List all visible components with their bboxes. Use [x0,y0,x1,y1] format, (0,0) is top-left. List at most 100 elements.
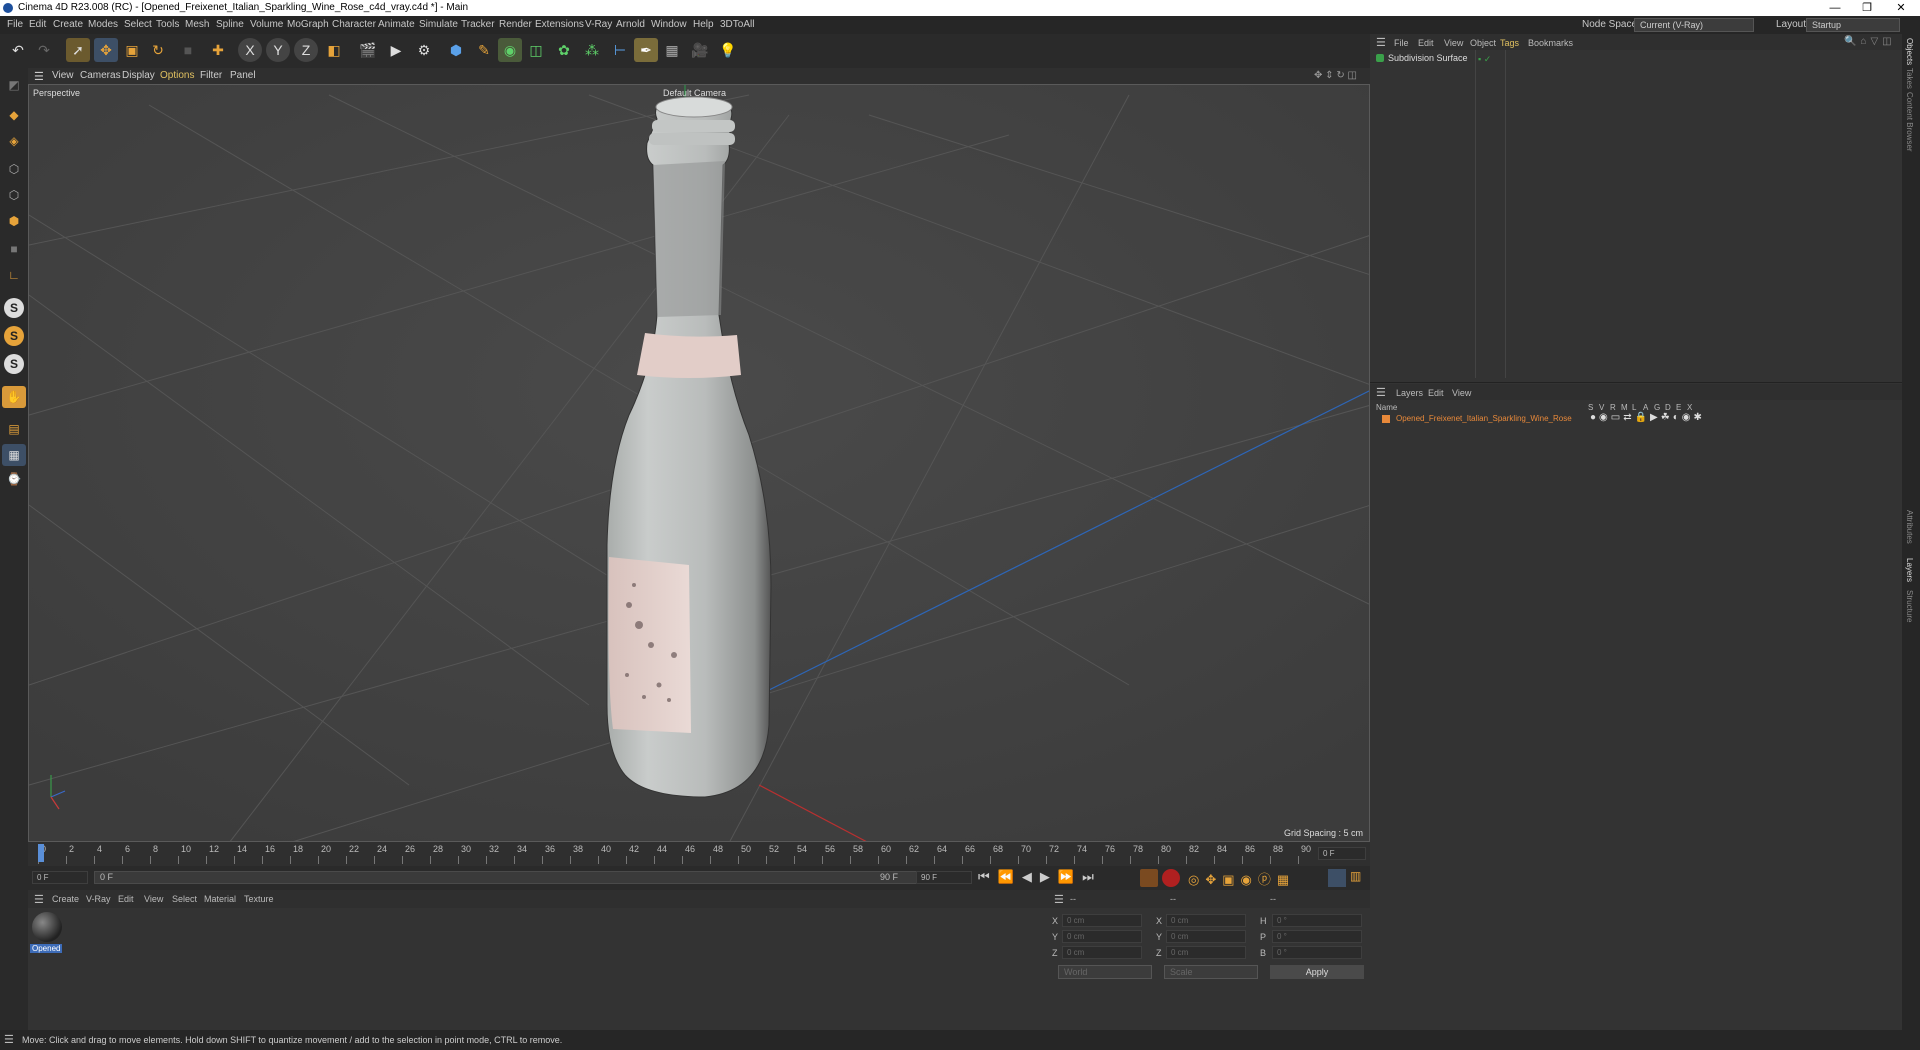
viewport-menu-options[interactable]: Options [160,70,194,81]
extrude-icon[interactable]: ◫ [524,38,548,62]
obj-menu-edit[interactable]: Edit [1418,38,1434,48]
menu-mograph[interactable]: MoGraph [287,19,329,30]
mat-menu-texture[interactable]: Texture [244,894,274,904]
coord-mode-dropdown[interactable]: World [1058,965,1152,979]
rot-h-field[interactable]: 0 ° [1272,914,1362,927]
lock-workplane-icon[interactable]: ▦ [2,444,26,466]
menu-extensions[interactable]: Extensions [535,19,584,30]
mat-menu-create[interactable]: Create [52,894,79,904]
material-hamburger-icon[interactable]: ☰ [34,893,44,906]
cube-icon[interactable]: ⬢ [444,38,468,62]
material-name[interactable]: Opened [30,944,63,953]
objects-hamburger-icon[interactable]: ☰ [1376,36,1386,49]
minimize-button[interactable]: — [1820,0,1850,16]
recent-tool-icon[interactable]: ■ [176,38,200,62]
coords-hamburger-icon[interactable]: ☰ [1054,893,1064,906]
size-y-field[interactable]: 0 cm [1166,930,1246,943]
x-axis-icon[interactable]: X [238,38,262,62]
camera-label[interactable]: Default Camera [663,88,726,98]
side-tab-layers[interactable]: Layers [1905,558,1914,582]
playback-controls[interactable]: ⏮⏪◀▶⏩⏭ [978,869,1102,885]
cloner-icon[interactable]: ✿ [552,38,576,62]
rot-p-field[interactable]: 0 ° [1272,930,1362,943]
layer-color-swatch[interactable] [1382,415,1390,423]
menu-modes[interactable]: Modes [88,19,118,30]
grid-icon[interactable]: ▤ [2,418,26,440]
camera-icon[interactable]: 🎥 [688,38,712,62]
add-object-icon[interactable]: ✚ [206,38,230,62]
material-swatch[interactable] [32,912,62,942]
menu-create[interactable]: Create [53,19,83,30]
layout-dropdown[interactable]: Startup [1806,18,1900,32]
obj-menu-view[interactable]: View [1444,38,1463,48]
pen-icon[interactable]: ✎ [472,38,496,62]
menu-volume[interactable]: Volume [250,19,283,30]
deformer-icon[interactable]: ⊢ [608,38,632,62]
menu-spline[interactable]: Spline [216,19,244,30]
menu-render[interactable]: Render [499,19,532,30]
z-axis-icon[interactable]: Z [294,38,318,62]
menu-vray[interactable]: V-Ray [585,19,612,30]
end-frame-field[interactable]: 90 F [916,871,972,884]
menu-window[interactable]: Window [651,19,687,30]
viewport-menu-display[interactable]: Display [122,70,155,81]
obj-menu-file[interactable]: File [1394,38,1409,48]
layers-menu-view[interactable]: View [1452,388,1471,398]
undo-icon[interactable]: ↶ [6,38,30,62]
node-space-dropdown[interactable]: Current (V-Ray) [1634,18,1754,32]
live-selection-icon[interactable]: ➚ [66,38,90,62]
menu-mesh[interactable]: Mesh [185,19,209,30]
render-view-icon[interactable]: ▶ [384,38,408,62]
restore-button[interactable]: ❐ [1852,0,1882,16]
make-editable-icon[interactable]: ◩ [2,74,26,96]
texture-mode-icon[interactable]: ◈ [2,130,26,152]
side-tab-takes[interactable]: Takes [1905,68,1914,89]
coord-y-field[interactable]: 0 cm [1062,930,1142,943]
timeline-options-icon[interactable] [1328,869,1346,887]
edges-mode-icon[interactable]: ⬡ [2,184,26,206]
current-frame-field[interactable]: 0 F [1318,847,1366,860]
menu-select[interactable]: Select [124,19,152,30]
coord-scale-dropdown[interactable]: Scale [1164,965,1258,979]
viewport-menu-cameras[interactable]: Cameras [80,70,121,81]
close-button[interactable]: ✕ [1886,0,1916,16]
timeline-tool-icon[interactable]: ⌚ [2,468,26,490]
paint-icon[interactable]: ✋ [2,386,26,408]
render-region-icon[interactable]: 🎬 [356,38,380,62]
viewport-menu-filter[interactable]: Filter [200,70,222,81]
coordinate-system-icon[interactable]: ◧ [322,38,346,62]
key-mode-icons[interactable]: ◎✥▣◉ⓟ▦ [1188,869,1295,888]
layers-menu-edit[interactable]: Edit [1428,388,1444,398]
menu-animate[interactable]: Animate [378,19,415,30]
viewport-hamburger-icon[interactable]: ☰ [34,70,44,83]
layers-menu-layers[interactable]: Layers [1396,388,1423,398]
scale-icon[interactable]: ▣ [120,38,144,62]
range-slider[interactable] [94,871,934,884]
side-tab-structure[interactable]: Structure [1905,590,1914,622]
obj-menu-tags[interactable]: Tags [1500,38,1519,48]
size-z-field[interactable]: 0 cm [1166,946,1246,959]
size-x-field[interactable]: 0 cm [1166,914,1246,927]
y-axis-icon[interactable]: Y [266,38,290,62]
layers-hamburger-icon[interactable]: ☰ [1376,386,1386,399]
viewport-3d[interactable]: Perspective Default Camera Grid Spacing … [28,84,1370,842]
render-settings-icon[interactable]: ⚙ [412,38,436,62]
snap-settings-icon[interactable]: S [4,326,24,346]
apply-button[interactable]: Apply [1270,965,1364,979]
viewport-menu-panel[interactable]: Panel [230,70,256,81]
light-icon[interactable]: 💡 [716,38,740,62]
menu-file[interactable]: File [7,19,23,30]
layer-name[interactable]: Opened_Freixenet_Italian_Sparkling_Wine_… [1396,414,1572,423]
axis-mode-icon[interactable]: ■ [2,238,26,260]
snap-icon[interactable]: S [4,298,24,318]
record-keys-icon[interactable] [1140,869,1158,887]
visibility-check-icon[interactable]: ▪ ✓ [1478,54,1491,65]
menu-edit[interactable]: Edit [29,19,46,30]
redo-icon[interactable]: ↷ [32,38,56,62]
side-tab-attributes[interactable]: Attributes [1905,510,1914,544]
menu-simulate[interactable]: Simulate [419,19,458,30]
mat-menu-view[interactable]: View [144,894,163,904]
points-mode-icon[interactable]: ⬡ [2,158,26,180]
object-subdivision-surface[interactable]: Subdivision Surface [1388,53,1468,63]
objects-search-icons[interactable]: 🔍⌂▽◫ [1844,36,1896,47]
